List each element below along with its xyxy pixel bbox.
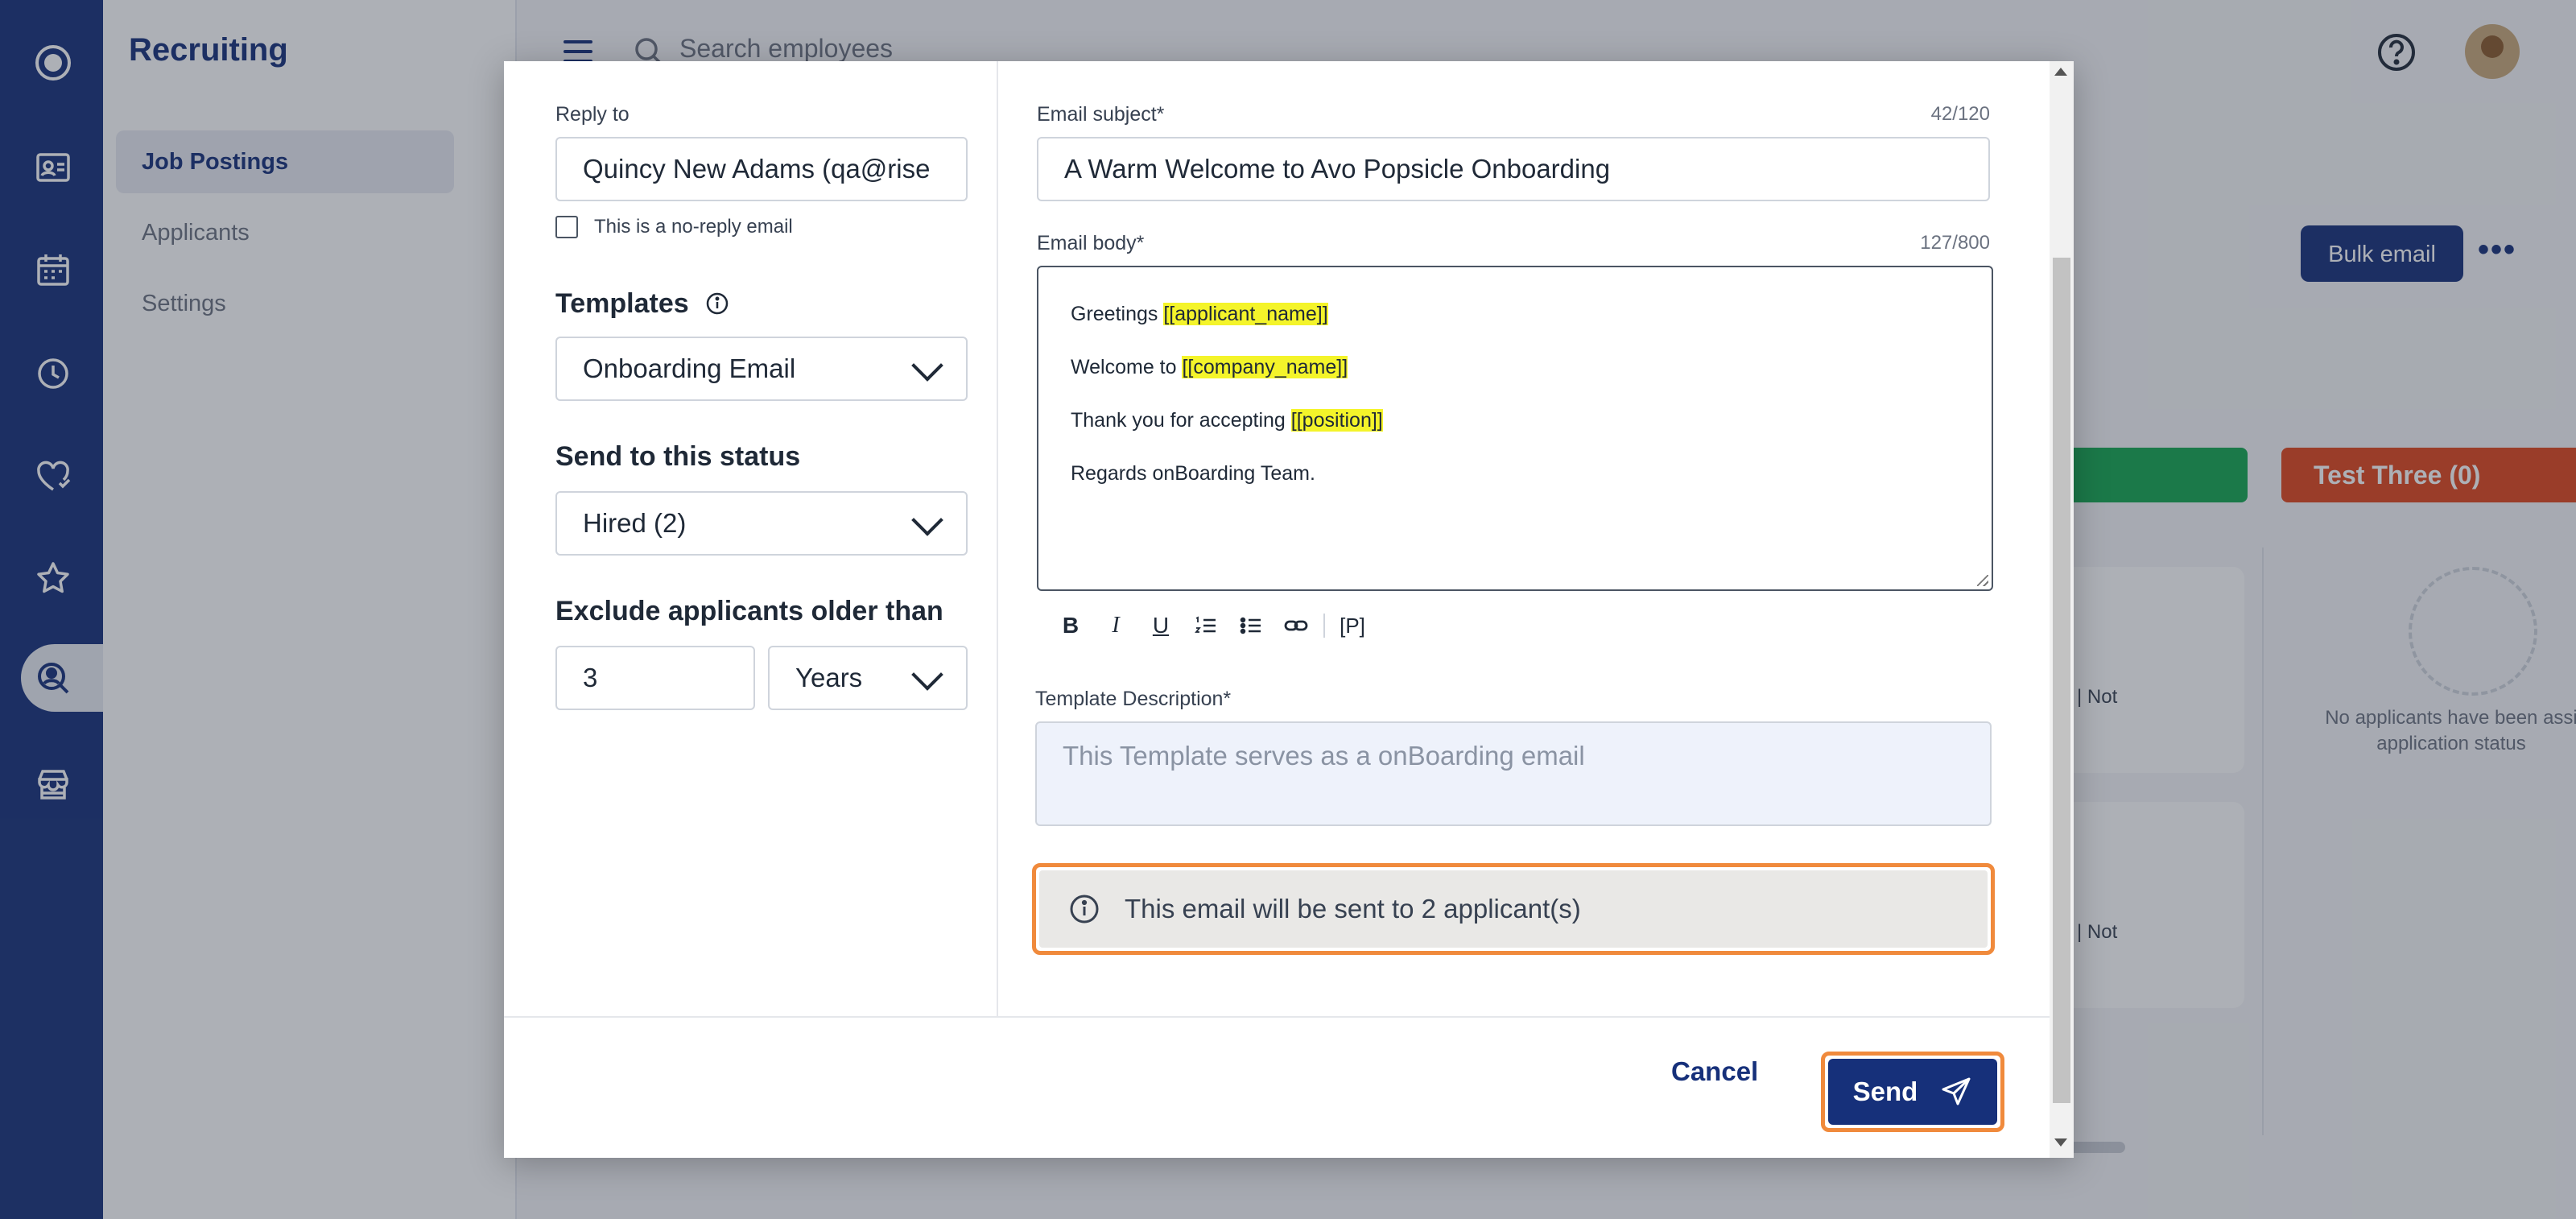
column-divider (997, 61, 998, 1016)
bullet-list-icon[interactable] (1228, 605, 1274, 646)
scroll-up-icon[interactable] (2054, 68, 2067, 76)
link-icon[interactable] (1274, 605, 1319, 646)
footer-divider (504, 1016, 2050, 1018)
token-company-name: [[company_name]] (1182, 356, 1348, 378)
send-status-label: Send to this status (555, 441, 801, 472)
send-status-select[interactable]: Hired (2) (555, 491, 968, 556)
send-status-selected-value: Hired (2) (583, 508, 687, 538)
send-icon (1942, 1077, 1971, 1105)
template-description-field[interactable]: This Template serves as a onBoarding ema… (1035, 721, 1992, 826)
send-label: Send (1852, 1076, 1918, 1106)
reply-to-field[interactable]: Quincy New Adams (qa@rise (555, 137, 968, 201)
exclude-amount-input[interactable]: 3 (555, 646, 755, 710)
chevron-down-icon (911, 659, 943, 691)
notice-text: This email will be sent to 2 applicant(s… (1125, 894, 1581, 924)
scroll-down-icon[interactable] (2054, 1138, 2067, 1147)
ordered-list-icon[interactable] (1183, 605, 1228, 646)
token-applicant-name: [[applicant_name]] (1163, 303, 1328, 325)
description-label: Template Description* (1035, 688, 1232, 710)
body-line: Welcome to [[company_name]] (1071, 356, 1348, 378)
info-icon (1068, 893, 1100, 925)
chevron-down-icon (911, 504, 943, 536)
reply-to-label: Reply to (555, 103, 630, 126)
toolbar-separator (1323, 614, 1325, 638)
templates-label: Templates (555, 288, 689, 319)
underline-button[interactable]: U (1138, 605, 1183, 646)
no-reply-checkbox[interactable] (555, 216, 578, 238)
placeholder-button[interactable]: [P] (1330, 605, 1375, 646)
bold-button[interactable]: B (1048, 605, 1093, 646)
no-reply-label: This is a no-reply email (594, 216, 793, 238)
subject-counter: 42/120 (1930, 103, 1990, 125)
body-label: Email body* (1037, 232, 1145, 254)
exclude-label: Exclude applicants older than (555, 596, 943, 626)
modal-scrollbar-thumb[interactable] (2053, 258, 2070, 1103)
bulk-email-modal: Reply to Quincy New Adams (qa@rise This … (504, 61, 2074, 1158)
email-body-editor[interactable]: Greetings [[applicant_name]] Welcome to … (1037, 266, 1993, 591)
exclude-unit-select[interactable]: Years (768, 646, 968, 710)
resize-handle[interactable] (1977, 575, 1988, 586)
subject-label: Email subject* (1037, 103, 1165, 126)
send-button-highlight: Send (1821, 1052, 2004, 1132)
send-button[interactable]: Send (1828, 1059, 1997, 1125)
token-position: [[position]] (1290, 409, 1383, 432)
cancel-button[interactable]: Cancel (1671, 1056, 1758, 1087)
italic-button[interactable]: I (1093, 605, 1138, 646)
recipient-notice: This email will be sent to 2 applicant(s… (1032, 863, 1995, 955)
formatting-toolbar: B I U [P] (1048, 605, 1375, 646)
templates-select[interactable]: Onboarding Email (555, 337, 968, 401)
body-line: Greetings [[applicant_name]] (1071, 303, 1328, 325)
chevron-down-icon (911, 349, 943, 382)
body-counter: 127/800 (1920, 232, 1990, 254)
email-subject-input[interactable]: A Warm Welcome to Avo Popsicle Onboardin… (1037, 137, 1990, 201)
exclude-unit-value: Years (795, 663, 863, 692)
info-icon[interactable] (705, 291, 729, 316)
body-line: Thank you for accepting [[position]] (1071, 409, 1383, 432)
body-line: Regards onBoarding Team. (1071, 462, 1315, 485)
templates-selected-value: Onboarding Email (583, 353, 796, 383)
